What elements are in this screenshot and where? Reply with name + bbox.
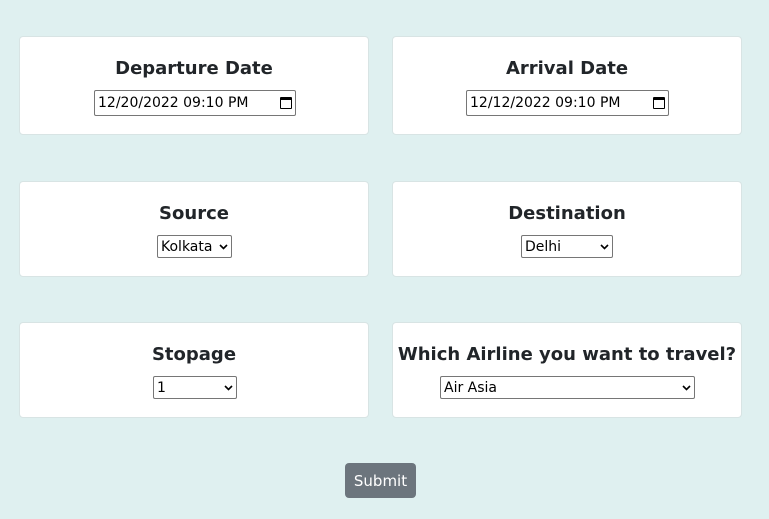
stopage-label: Stopage (151, 344, 237, 365)
source-card: Source Kolkata (19, 181, 369, 277)
stopage-card: Stopage 1 (19, 322, 369, 418)
departure-date-input[interactable]: 12/20/2022 09:10 PM (94, 90, 296, 116)
departure-date-label: Departure Date (115, 58, 273, 79)
destination-label: Destination (508, 203, 626, 224)
departure-date-card: Departure Date 12/20/2022 09:10 PM (19, 36, 369, 135)
chevron-down-icon (218, 242, 228, 252)
source-label: Source (159, 203, 229, 224)
stopage-select[interactable]: 1 (153, 376, 237, 399)
submit-button[interactable]: Submit (345, 463, 416, 498)
destination-card: Destination Delhi (392, 181, 742, 277)
stopage-selected-value: 1 (157, 379, 166, 396)
chevron-down-icon (223, 383, 233, 393)
chevron-down-icon (681, 383, 691, 393)
destination-select[interactable]: Delhi (521, 235, 613, 258)
source-selected-value: Kolkata (161, 238, 213, 255)
airline-card: Which Airline you want to travel? Air As… (392, 322, 742, 418)
arrival-date-input[interactable]: 12/12/2022 09:10 PM (466, 90, 669, 116)
chevron-down-icon (599, 242, 609, 252)
arrival-date-card: Arrival Date 12/12/2022 09:10 PM (392, 36, 742, 135)
airline-label: Which Airline you want to travel? (397, 344, 737, 365)
calendar-icon[interactable] (280, 97, 292, 109)
departure-date-value: 12/20/2022 09:10 PM (98, 95, 249, 111)
arrival-date-label: Arrival Date (505, 58, 629, 79)
calendar-icon[interactable] (653, 97, 665, 109)
submit-button-label: Submit (353, 471, 408, 490)
arrival-date-value: 12/12/2022 09:10 PM (470, 95, 621, 111)
airline-select[interactable]: Air Asia (440, 376, 695, 399)
source-select[interactable]: Kolkata (157, 235, 232, 258)
airline-selected-value: Air Asia (444, 379, 498, 396)
destination-selected-value: Delhi (525, 238, 562, 255)
